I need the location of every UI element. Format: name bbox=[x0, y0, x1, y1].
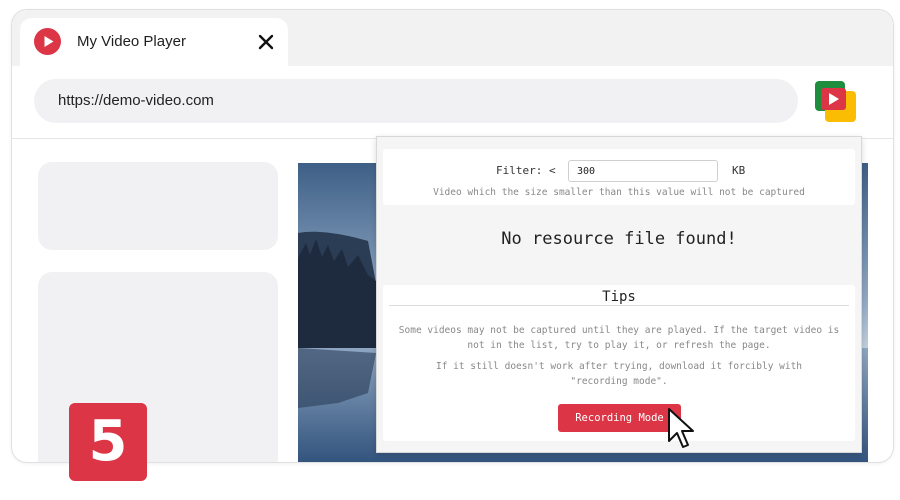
empty-state-message: No resource file found! bbox=[501, 229, 737, 249]
tips-title: Tips bbox=[602, 289, 636, 305]
mouse-cursor-icon bbox=[666, 407, 696, 455]
size-filter-input[interactable] bbox=[568, 160, 718, 182]
sidebar-placeholder bbox=[38, 162, 278, 250]
browser-window: My Video Player https://demo-video.com F… bbox=[11, 9, 894, 463]
tips-text: Some videos may not be captured until th… bbox=[398, 325, 840, 351]
video-downloader-icon[interactable] bbox=[812, 78, 860, 126]
filter-hint: Video which the size smaller than this v… bbox=[433, 187, 805, 198]
filter-row: Filter: < KB bbox=[383, 160, 855, 184]
tab-title: My Video Player bbox=[77, 33, 186, 50]
filter-unit: KB bbox=[732, 164, 746, 177]
recording-mode-button[interactable]: Recording Mode bbox=[558, 404, 681, 432]
tab-bar: My Video Player bbox=[12, 10, 893, 66]
browser-toolbar: https://demo-video.com bbox=[12, 66, 893, 139]
filter-panel: Filter: < KB Video which the size smalle… bbox=[383, 149, 855, 205]
extension-popup: Filter: < KB Video which the size smalle… bbox=[376, 136, 862, 453]
tips-divider bbox=[389, 305, 849, 306]
browser-tab[interactable]: My Video Player bbox=[20, 18, 288, 66]
step-number-badge: 5 bbox=[69, 403, 147, 481]
play-icon bbox=[34, 28, 61, 55]
close-icon[interactable] bbox=[256, 32, 276, 52]
url-text: https://demo-video.com bbox=[58, 92, 214, 109]
tips-panel: Tips Some videos may not be captured unt… bbox=[383, 285, 855, 441]
tips-text-recording: If it still doesn't work after trying, d… bbox=[435, 361, 803, 387]
address-bar[interactable]: https://demo-video.com bbox=[34, 79, 798, 123]
filter-label: Filter: < bbox=[496, 164, 556, 177]
